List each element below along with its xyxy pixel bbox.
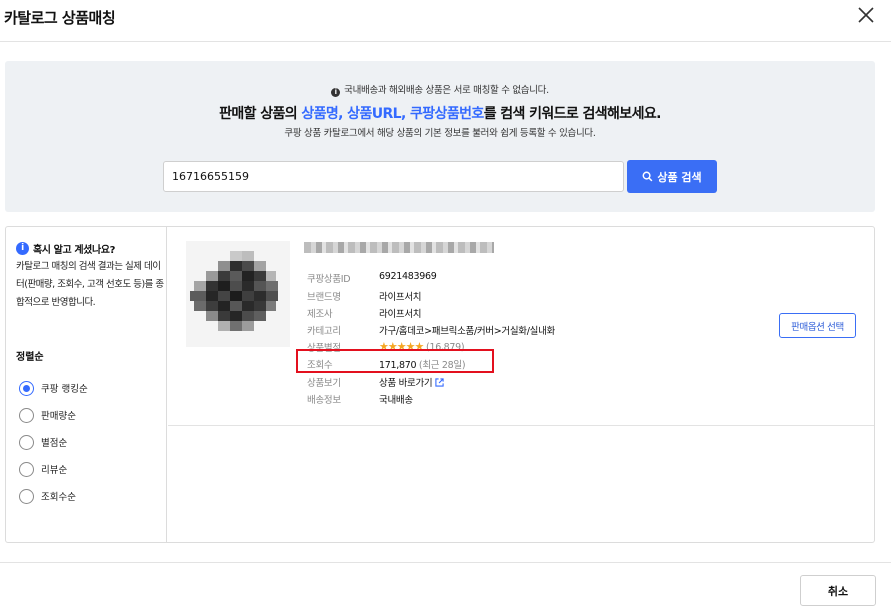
sort-option-views[interactable]: 조회수순 [19, 488, 76, 504]
search-panel: i 국내배송과 해외배송 상품은 서로 매칭할 수 없습니다. 판매할 상품의 상… [5, 61, 875, 212]
sort-option-label: 조회수순 [41, 492, 76, 503]
views-highlight-box [296, 349, 494, 373]
tip-title: 혹시 알고 계셨나요? [33, 245, 115, 256]
field-manufacturer: 제조사 라이프서치 [307, 306, 422, 320]
field-value: 6921483969 [379, 271, 437, 282]
product-card: 쿠팡상품ID 6921483969 브랜드명 라이프서치 제조사 라이프서치 카… [168, 227, 874, 426]
product-link-label: 상품 바로가기 [379, 378, 433, 389]
headline-suffix: 를 컴색 키워드로 검색해보세요. [483, 106, 662, 122]
field-brand: 브랜드명 라이프서치 [307, 289, 422, 303]
sidebar: i 혹시 알고 계셨나요? 카탈로그 매칭의 검색 결과는 실제 데이터(판매량… [6, 227, 167, 542]
external-link-icon [435, 378, 444, 387]
field-delivery: 배송정보 국내배송 [307, 392, 413, 406]
sort-option-rating[interactable]: 별점순 [19, 434, 67, 450]
info-icon: i [331, 88, 341, 97]
tip-heading: i 혹시 알고 계셨나요? [16, 241, 115, 256]
select-option-button[interactable]: 판매옵션 선택 [779, 313, 856, 338]
search-subline: 쿠팡 상품 카탈로그에서 해당 상품의 기본 정보를 불러와 쉽게 등록할 수 … [284, 128, 596, 139]
field-value: 라이프서치 [379, 309, 422, 320]
field-label: 상품보기 [307, 378, 341, 389]
field-value: 국내배송 [379, 395, 413, 406]
search-icon [642, 171, 653, 182]
sort-option-review[interactable]: 리뷰순 [19, 461, 67, 477]
radio-selected[interactable] [19, 380, 34, 396]
results-list: 쿠팡상품ID 6921483969 브랜드명 라이프서치 제조사 라이프서치 카… [168, 227, 874, 542]
radio[interactable] [19, 461, 34, 477]
product-link[interactable]: 상품 바로가기 [379, 375, 444, 389]
field-label: 카테고리 [307, 326, 341, 337]
sort-title: 정렬순 [16, 352, 44, 363]
sort-option-ranking[interactable]: 쿠팡 랭킹순 [19, 380, 88, 396]
search-input[interactable] [163, 161, 624, 192]
headline-keywords: 상품명, 상품URL, 쿠팡상품번호 [301, 106, 484, 122]
product-image [186, 241, 290, 347]
product-name-redacted [304, 242, 494, 253]
field-category: 카테고리 가구/홈데코>패브릭소품/커버>거실화/실내화 [307, 323, 555, 337]
sort-option-sales[interactable]: 판매량순 [19, 407, 76, 423]
tip-body: 카탈로그 매칭의 검색 결과는 실제 데이터(판매량, 조회수, 고객 선호도 … [16, 261, 164, 308]
radio[interactable] [19, 434, 34, 450]
field-product-id: 쿠팡상품ID 6921483969 [307, 271, 437, 285]
search-button[interactable]: 상품 검색 [627, 160, 717, 193]
notice-text: 국내배송과 해외배송 상품은 서로 매칭할 수 없습니다. [344, 85, 549, 96]
field-product-view: 상품보기 상품 바로가기 [307, 375, 444, 389]
delivery-notice: i 국내배송과 해외배송 상품은 서로 매칭할 수 없습니다. [5, 82, 875, 97]
info-icon: i [16, 242, 29, 255]
modal-title: 카탈로그 상품매칭 [4, 9, 116, 27]
results-box: i 혹시 알고 계셨나요? 카탈로그 매칭의 검색 결과는 실제 데이터(판매량… [5, 226, 875, 543]
field-label: 배송정보 [307, 395, 341, 406]
sort-option-label: 판매량순 [41, 411, 76, 422]
close-icon[interactable] [855, 4, 877, 26]
modal-header: 카탈로그 상품매칭 [0, 0, 891, 42]
headline-prefix: 판매할 상품의 [219, 106, 302, 122]
field-label: 브랜드명 [307, 292, 341, 303]
field-label: 쿠팡상품ID [307, 274, 351, 285]
radio[interactable] [19, 488, 34, 504]
cancel-button[interactable]: 취소 [800, 575, 876, 606]
field-label: 제조사 [307, 309, 333, 320]
sort-option-label: 별점순 [41, 438, 68, 449]
sort-option-label: 쿠팡 랭킹순 [41, 384, 88, 395]
field-value: 라이프서치 [379, 292, 422, 303]
radio[interactable] [19, 407, 34, 423]
search-headline: 판매할 상품의 상품명, 상품URL, 쿠팡상품번호를 컴색 키워드로 검색해보… [5, 103, 875, 123]
sort-option-label: 리뷰순 [41, 465, 68, 476]
field-value: 가구/홈데코>패브릭소품/커버>거실화/실내화 [379, 326, 555, 337]
footer-divider [0, 562, 891, 563]
search-button-label: 상품 검색 [657, 170, 702, 184]
